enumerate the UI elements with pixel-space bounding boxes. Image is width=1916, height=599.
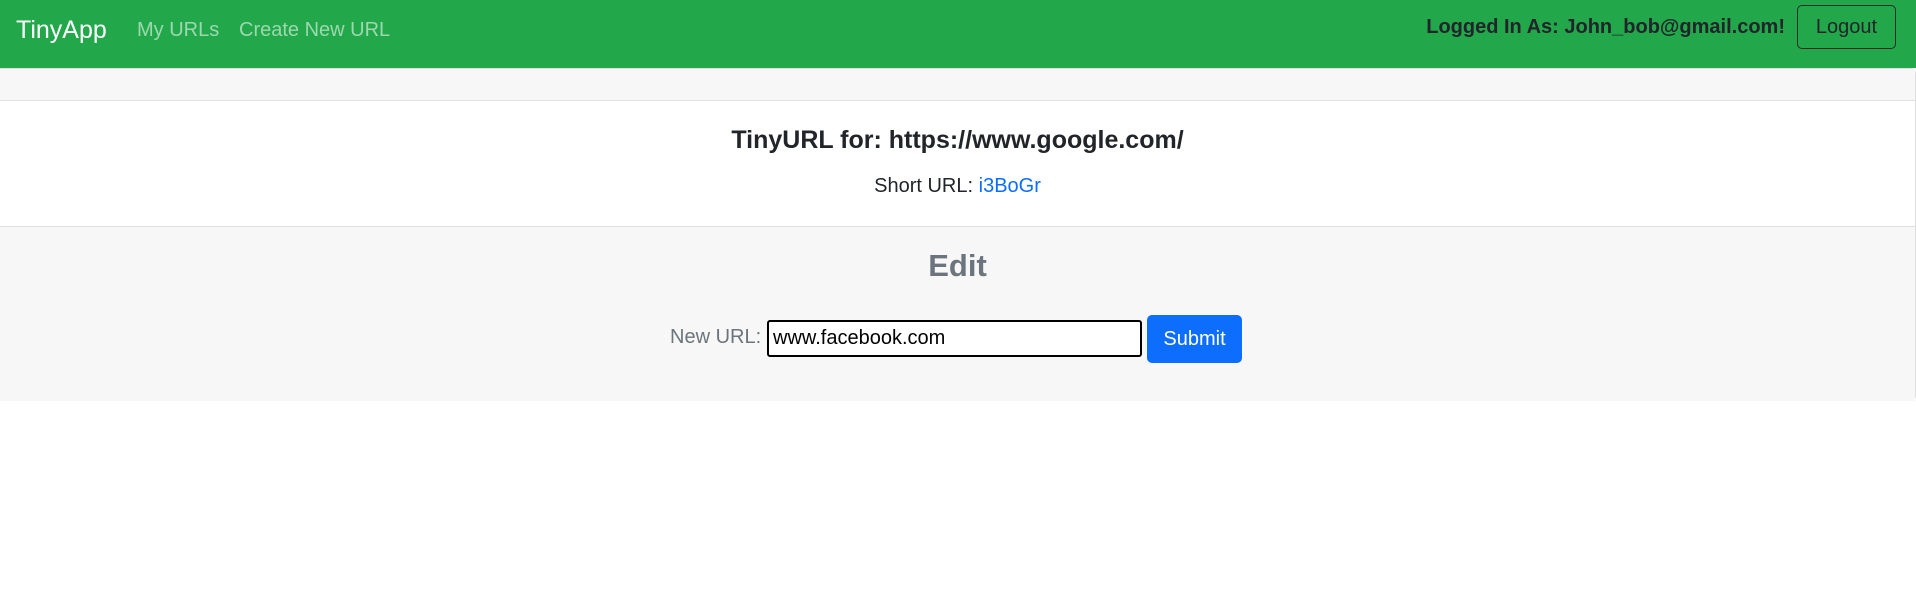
short-url-link[interactable]: i3BoGr <box>979 175 1041 197</box>
top-navbar: TinyApp My URLs Create New URL Logged In… <box>0 0 1916 68</box>
short-url-label: Short URL: <box>874 175 974 197</box>
edit-heading: Edit <box>928 248 987 283</box>
nav-create-new-url[interactable]: Create New URL <box>239 18 390 42</box>
card-body: TinyURL for: https://www.google.com/ Sho… <box>0 101 1915 226</box>
submit-button[interactable]: Submit <box>1147 315 1242 363</box>
card-header <box>0 69 1915 101</box>
nav-my-urls[interactable]: My URLs <box>137 18 219 42</box>
url-card: TinyURL for: https://www.google.com/ Sho… <box>0 68 1916 401</box>
brand-link[interactable]: TinyApp <box>16 15 107 45</box>
logged-in-status: Logged In As: John_bob@gmail.com! <box>1426 16 1785 38</box>
new-url-label: New URL: <box>670 326 762 348</box>
short-url-line: Short URL: i3BoGr <box>0 174 1915 198</box>
new-url-input[interactable] <box>767 320 1142 357</box>
logout-button[interactable]: Logout <box>1797 5 1896 49</box>
card-title: TinyURL for: https://www.google.com/ <box>731 126 1184 154</box>
edit-section: Edit New URL: Submit <box>0 226 1915 401</box>
